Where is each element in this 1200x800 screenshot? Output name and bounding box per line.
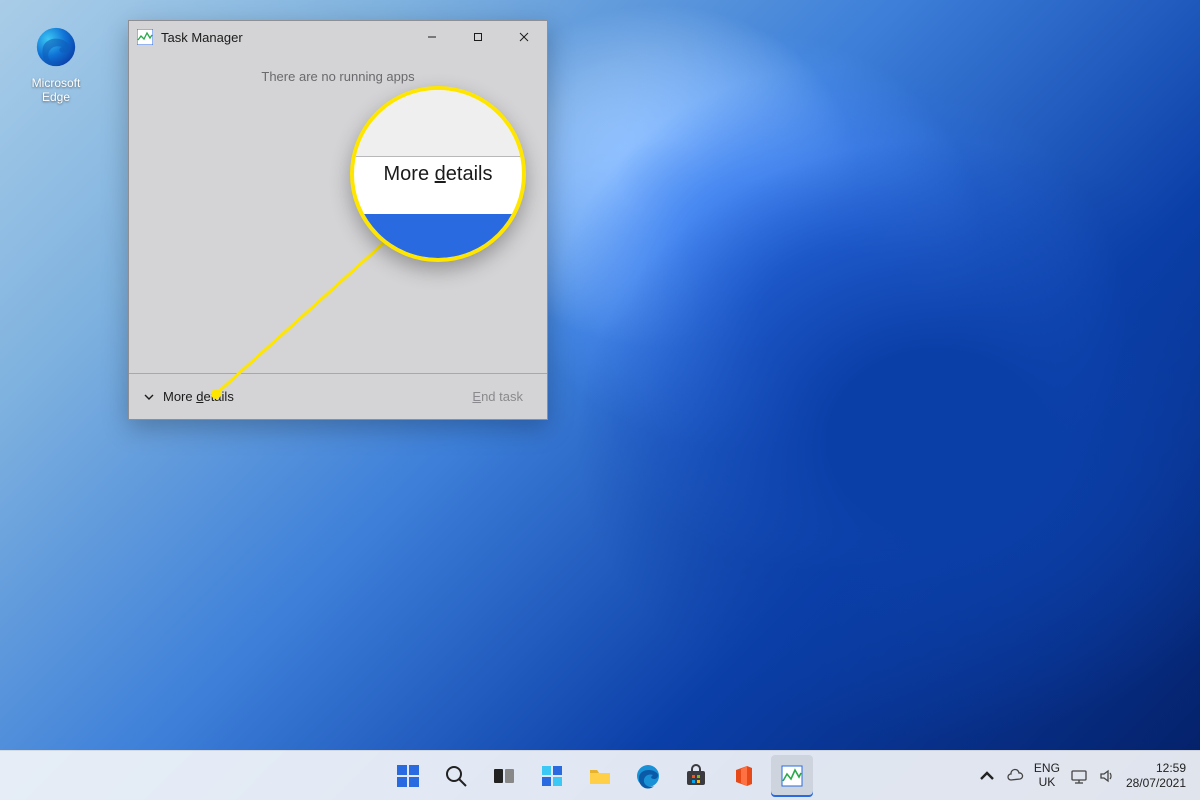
clock-time: 12:59 xyxy=(1126,761,1186,775)
tray-network[interactable] xyxy=(1070,767,1088,785)
language-primary: ENG xyxy=(1034,762,1060,776)
volume-icon xyxy=(1098,767,1116,785)
widgets-icon xyxy=(539,763,565,789)
taskbar-start[interactable] xyxy=(387,755,429,797)
task-manager-window: Task Manager There are no running apps M… xyxy=(128,20,548,420)
titlebar[interactable]: Task Manager xyxy=(129,21,547,53)
chevron-down-icon xyxy=(143,391,155,403)
end-task-button[interactable]: End task xyxy=(462,385,533,408)
taskbar-widgets[interactable] xyxy=(531,755,573,797)
taskbar-task-manager[interactable] xyxy=(771,755,813,797)
task-manager-body: There are no running apps xyxy=(129,53,547,373)
taskbar-center xyxy=(387,755,813,797)
tray-clock[interactable]: 12:59 28/07/2021 xyxy=(1126,761,1186,790)
desktop-icon-edge[interactable]: Microsoft Edge xyxy=(18,24,94,104)
task-manager-icon xyxy=(779,763,805,789)
tray-language[interactable]: ENG UK xyxy=(1034,762,1060,790)
language-secondary: UK xyxy=(1034,776,1060,790)
edge-icon xyxy=(635,763,661,789)
folder-icon xyxy=(587,763,613,789)
search-icon xyxy=(443,763,469,789)
system-tray: ENG UK 12:59 28/07/2021 xyxy=(978,761,1200,790)
desktop-icon-label: Microsoft Edge xyxy=(18,76,94,104)
taskbar-task-view[interactable] xyxy=(483,755,525,797)
minimize-button[interactable] xyxy=(409,21,455,53)
chevron-up-icon xyxy=(978,767,996,785)
maximize-button[interactable] xyxy=(455,21,501,53)
tray-volume[interactable] xyxy=(1098,767,1116,785)
taskbar-office[interactable] xyxy=(723,755,765,797)
network-icon xyxy=(1070,767,1088,785)
task-manager-footer: More details End task xyxy=(129,373,547,419)
taskbar: ENG UK 12:59 28/07/2021 xyxy=(0,750,1200,800)
no-apps-text: There are no running apps xyxy=(261,69,414,84)
more-details-button[interactable]: More details xyxy=(143,389,234,404)
window-title: Task Manager xyxy=(161,30,409,45)
tray-onedrive[interactable] xyxy=(1006,767,1024,785)
taskbar-file-explorer[interactable] xyxy=(579,755,621,797)
desktop: Microsoft Edge Task Manager There are no… xyxy=(0,0,1200,800)
clock-date: 28/07/2021 xyxy=(1126,776,1186,790)
windows-icon xyxy=(395,763,421,789)
task-manager-icon xyxy=(137,29,153,45)
more-details-label: More details xyxy=(163,389,234,404)
close-button[interactable] xyxy=(501,21,547,53)
store-icon xyxy=(683,763,709,789)
office-icon xyxy=(731,763,757,789)
taskbar-store[interactable] xyxy=(675,755,717,797)
cloud-icon xyxy=(1006,767,1024,785)
taskbar-search[interactable] xyxy=(435,755,477,797)
taskbar-edge[interactable] xyxy=(627,755,669,797)
tray-overflow-button[interactable] xyxy=(978,767,996,785)
task-view-icon xyxy=(491,763,517,789)
edge-icon xyxy=(33,24,79,70)
